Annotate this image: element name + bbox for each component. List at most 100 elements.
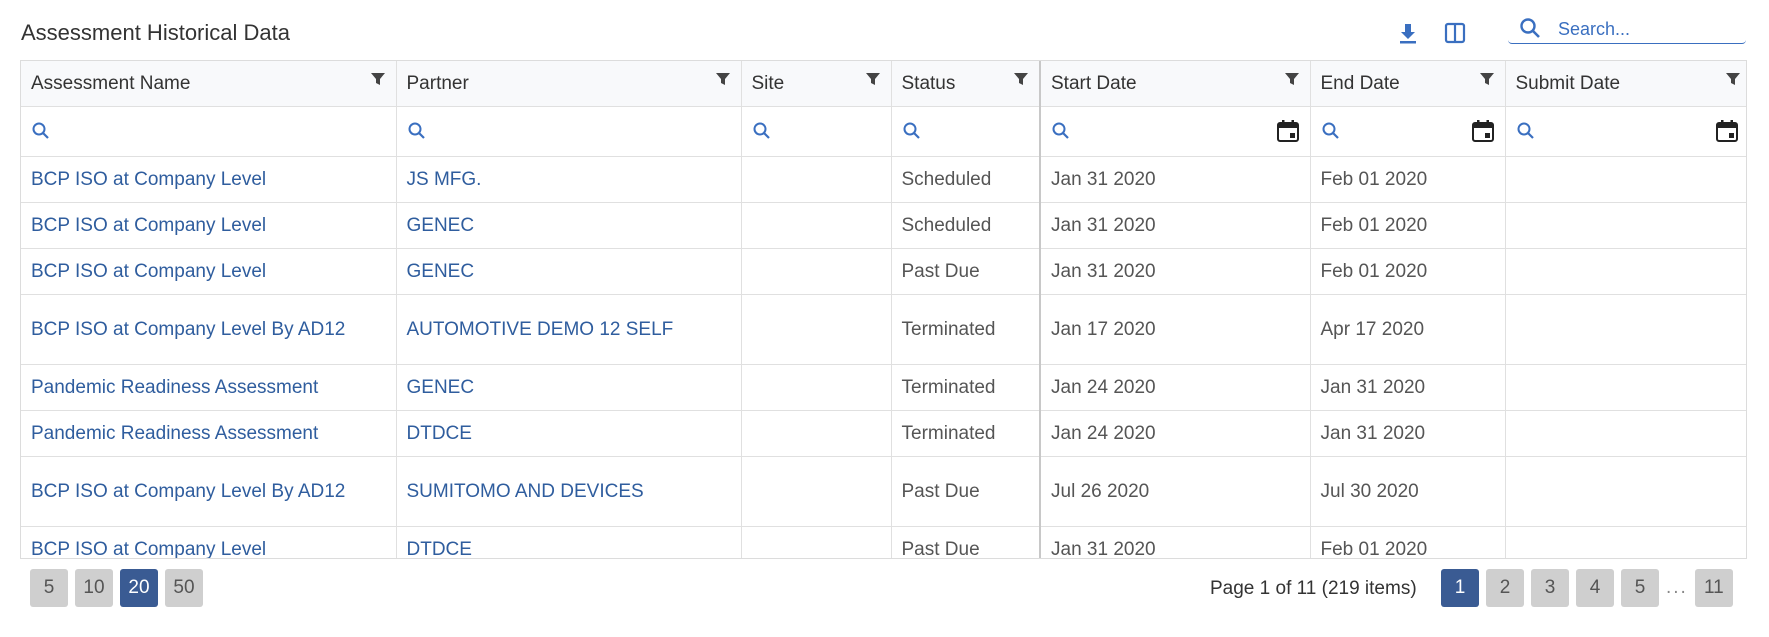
start-date-cell: Jul 26 2020 <box>1040 456 1311 527</box>
filter-cell-end-date[interactable] <box>1310 106 1506 157</box>
filter-icon[interactable] <box>370 71 386 93</box>
column-header-submit-date[interactable]: Submit Date <box>1505 61 1746 107</box>
page-2-button[interactable]: 2 <box>1486 569 1524 607</box>
table-row[interactable]: BCP ISO at Company Level By AD12 SUMITOM… <box>21 456 1746 527</box>
partner-link[interactable]: GENEC <box>396 364 742 411</box>
submit-date-cell <box>1505 410 1746 457</box>
table-row[interactable]: Pandemic Readiness Assessment DTDCE Term… <box>21 410 1746 457</box>
page-last-button[interactable]: 11 <box>1694 569 1733 607</box>
search-icon <box>752 121 772 147</box>
filter-cell-partner[interactable] <box>396 106 742 157</box>
download-icon[interactable] <box>1395 20 1421 46</box>
pagination: 1 2 3 4 5 ... 11 <box>1441 569 1733 607</box>
column-header-label: Status <box>901 72 956 94</box>
search-icon <box>1520 18 1540 38</box>
table-row[interactable]: BCP ISO at Company Level GENEC Past Due … <box>21 248 1746 295</box>
site-cell <box>741 248 892 295</box>
status-cell: Scheduled <box>891 202 1041 249</box>
page-size-selector: 5 10 20 50 <box>30 569 203 607</box>
column-header-end-date[interactable]: End Date <box>1310 61 1506 107</box>
assessment-name-link[interactable]: BCP ISO at Company Level By AD12 <box>21 294 397 365</box>
assessment-name-link[interactable]: BCP ISO at Company Level <box>21 248 397 295</box>
data-grid: Assessment Name Partner Site Status Star… <box>20 60 1747 559</box>
partner-link[interactable]: GENEC <box>396 202 742 249</box>
site-cell <box>741 456 892 527</box>
page-5-button[interactable]: 5 <box>1621 569 1659 607</box>
filter-icon[interactable] <box>1725 71 1741 93</box>
search-icon <box>31 121 51 147</box>
start-date-cell: Jan 24 2020 <box>1040 410 1311 457</box>
search-field[interactable] <box>1508 12 1746 44</box>
start-date-cell: Jan 24 2020 <box>1040 364 1311 411</box>
filter-icon[interactable] <box>715 71 731 93</box>
page-info: Page 1 of 11 (219 items) <box>1210 578 1417 599</box>
assessment-name-link[interactable]: BCP ISO at Company Level <box>21 202 397 249</box>
search-icon <box>407 121 427 147</box>
end-date-cell: Jan 31 2020 <box>1310 410 1506 457</box>
column-header-start-date[interactable]: Start Date <box>1040 61 1311 107</box>
end-date-cell: Jan 31 2020 <box>1310 364 1506 411</box>
search-icon <box>1321 121 1341 147</box>
calendar-icon[interactable] <box>1471 119 1495 149</box>
assessment-name-link[interactable]: BCP ISO at Company Level By AD12 <box>21 456 397 527</box>
column-header-label: Assessment Name <box>31 72 191 94</box>
status-cell: Terminated <box>891 364 1041 411</box>
status-cell: Terminated <box>891 294 1041 365</box>
site-cell <box>741 410 892 457</box>
status-cell: Past Due <box>891 248 1041 295</box>
page-size-10-button[interactable]: 10 <box>75 569 113 607</box>
filter-icon[interactable] <box>1479 71 1495 93</box>
page-1-button[interactable]: 1 <box>1441 569 1479 607</box>
calendar-icon[interactable] <box>1715 119 1739 149</box>
partner-link[interactable]: SUMITOMO AND DEVICES <box>396 456 742 527</box>
page-4-button[interactable]: 4 <box>1576 569 1614 607</box>
assessment-name-link[interactable]: Pandemic Readiness Assessment <box>21 364 397 411</box>
partner-link[interactable]: JS MFG. <box>396 156 742 203</box>
start-date-cell: Jan 31 2020 <box>1040 202 1311 249</box>
page-size-50-button[interactable]: 50 <box>165 569 203 607</box>
column-header-label: Partner <box>406 72 469 94</box>
filter-icon[interactable] <box>1013 71 1029 93</box>
site-cell <box>741 202 892 249</box>
partner-link[interactable]: DTDCE <box>396 410 742 457</box>
table-row[interactable]: Pandemic Readiness Assessment GENEC Term… <box>21 364 1746 411</box>
assessment-name-link[interactable]: Pandemic Readiness Assessment <box>21 410 397 457</box>
filter-cell-submit-date[interactable] <box>1505 106 1746 157</box>
search-icon <box>1516 121 1536 147</box>
submit-date-cell <box>1505 456 1746 527</box>
column-header-partner[interactable]: Partner <box>396 61 742 107</box>
site-cell <box>741 526 892 558</box>
filter-cell-status[interactable] <box>891 106 1041 157</box>
table-row[interactable]: BCP ISO at Company Level JS MFG. Schedul… <box>21 156 1746 203</box>
assessment-name-link[interactable]: BCP ISO at Company Level <box>21 526 397 558</box>
search-icon <box>1051 121 1071 147</box>
partner-link[interactable]: DTDCE <box>396 526 742 558</box>
start-date-cell: Jan 17 2020 <box>1040 294 1311 365</box>
filter-icon[interactable] <box>865 71 881 93</box>
column-chooser-icon[interactable] <box>1442 20 1468 46</box>
start-date-cell: Jan 31 2020 <box>1040 526 1311 558</box>
column-header-site[interactable]: Site <box>741 61 892 107</box>
table-row[interactable]: BCP ISO at Company Level GENEC Scheduled… <box>21 202 1746 249</box>
filter-cell-start-date[interactable] <box>1040 106 1311 157</box>
column-header-assessment-name[interactable]: Assessment Name <box>21 61 397 107</box>
partner-link[interactable]: AUTOMOTIVE DEMO 12 SELF <box>396 294 742 365</box>
column-header-status[interactable]: Status <box>891 61 1041 107</box>
submit-date-cell <box>1505 364 1746 411</box>
end-date-cell: Feb 01 2020 <box>1310 202 1506 249</box>
page-size-20-button[interactable]: 20 <box>120 569 158 607</box>
page-size-5-button[interactable]: 5 <box>30 569 68 607</box>
search-input[interactable] <box>1556 18 1740 41</box>
table-row[interactable]: BCP ISO at Company Level DTDCE Past Due … <box>21 526 1746 558</box>
filter-cell-assessment-name[interactable] <box>21 106 397 157</box>
filter-icon[interactable] <box>1284 71 1300 93</box>
page-title: Assessment Historical Data <box>21 20 290 45</box>
assessment-name-link[interactable]: BCP ISO at Company Level <box>21 156 397 203</box>
partner-link[interactable]: GENEC <box>396 248 742 295</box>
table-row[interactable]: BCP ISO at Company Level By AD12 AUTOMOT… <box>21 294 1746 365</box>
site-cell <box>741 294 892 365</box>
filter-cell-site[interactable] <box>741 106 892 157</box>
calendar-icon[interactable] <box>1276 119 1300 149</box>
page-3-button[interactable]: 3 <box>1531 569 1569 607</box>
submit-date-cell <box>1505 294 1746 365</box>
